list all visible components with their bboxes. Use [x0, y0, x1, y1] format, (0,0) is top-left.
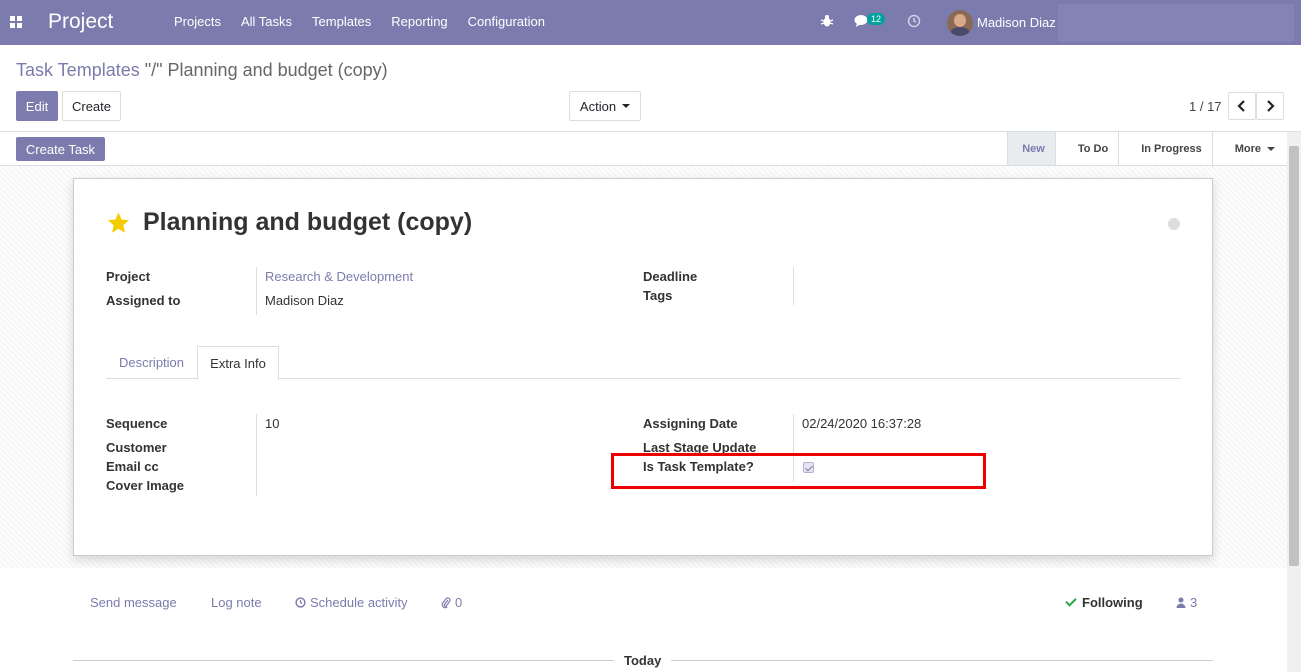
field-label-sequence: Sequence — [106, 416, 168, 431]
top-navbar: Project Projects All Tasks Templates Rep… — [0, 0, 1301, 45]
tab-extra-info[interactable]: Extra Info — [197, 346, 279, 380]
action-label: Action — [579, 98, 617, 114]
app-brand[interactable]: Project — [48, 10, 113, 34]
messages-badge: 12 — [867, 13, 886, 25]
stage-label: More — [1234, 142, 1261, 155]
field-label-customer: Customer — [106, 440, 167, 455]
create-task-button[interactable]: Create Task — [16, 137, 105, 161]
field-label-email-cc: Email cc — [106, 459, 159, 474]
attachments-button[interactable]: 0 — [441, 595, 462, 610]
user-icon — [1176, 597, 1186, 608]
field-separator — [256, 414, 257, 496]
form-sheet: Planning and budget (copy) Project Resea… — [73, 178, 1213, 556]
stage-in-progress[interactable]: In Progress — [1118, 132, 1212, 165]
menu-templates[interactable]: Templates — [302, 14, 381, 29]
field-separator — [793, 267, 794, 305]
edit-button[interactable]: Edit — [16, 91, 58, 121]
breadcrumb-separator: "/" — [144, 60, 163, 80]
bug-icon[interactable] — [820, 14, 834, 28]
caret-down-icon — [1267, 146, 1275, 151]
create-button[interactable]: Create — [62, 91, 121, 121]
menu-reporting[interactable]: Reporting — [381, 14, 457, 29]
followers-button[interactable]: 3 — [1176, 595, 1197, 610]
field-label-tags: Tags — [643, 288, 673, 303]
schedule-activity-label: Schedule activity — [310, 595, 408, 610]
tab-description[interactable]: Description — [106, 346, 197, 379]
user-name[interactable]: Madison Diaz — [977, 15, 1056, 30]
stage-label: New — [1022, 142, 1045, 155]
following-button[interactable]: Following — [1065, 595, 1143, 610]
log-note-button[interactable]: Log note — [211, 595, 262, 610]
followers-count: 3 — [1190, 595, 1198, 610]
field-label-cover-image: Cover Image — [106, 478, 185, 493]
schedule-activity-button[interactable]: Schedule activity — [295, 595, 408, 610]
field-label-assigning-date: Assigning Date — [643, 416, 738, 431]
main-menu: Projects All Tasks Templates Reporting C… — [164, 14, 555, 29]
notebook-tabs: Description Extra Info — [106, 346, 1181, 380]
stage-new[interactable]: New — [1007, 132, 1055, 165]
task-title: Planning and budget (copy) — [143, 208, 473, 236]
clock-icon — [295, 597, 306, 608]
field-label-deadline: Deadline — [643, 269, 698, 284]
breadcrumb: Task Templates "/" Planning and budget (… — [16, 60, 388, 81]
scrollbar-thumb[interactable] — [1289, 146, 1299, 566]
action-dropdown-button[interactable]: Action — [569, 91, 641, 121]
field-label-assigned-to: Assigned to — [106, 293, 181, 308]
send-message-button[interactable]: Send message — [90, 595, 177, 610]
stage-label: In Progress — [1141, 142, 1202, 155]
attachments-count: 0 — [455, 595, 463, 610]
following-label: Following — [1082, 595, 1143, 610]
paperclip-icon — [441, 596, 451, 608]
pager-value[interactable]: 1 / 17 — [1189, 99, 1222, 114]
check-icon — [1065, 595, 1077, 607]
field-separator — [256, 267, 257, 315]
menu-configuration[interactable]: Configuration — [458, 14, 555, 29]
chevron-left-icon — [1237, 100, 1245, 112]
breadcrumb-task-templates[interactable]: Task Templates — [16, 60, 140, 81]
star-icon[interactable] — [106, 211, 131, 235]
menu-all-tasks[interactable]: All Tasks — [231, 14, 302, 29]
stage-to-do[interactable]: To Do — [1054, 132, 1118, 165]
chevron-right-icon — [1267, 100, 1275, 112]
navbar-blurred-area — [1058, 4, 1294, 42]
annotation-highlight-box — [611, 453, 986, 489]
field-value-project[interactable]: Research & Development — [265, 269, 413, 284]
kanban-state-dot[interactable] — [1168, 218, 1180, 230]
stage-more-dropdown[interactable]: More — [1211, 132, 1285, 165]
stage-label: To Do — [1077, 142, 1109, 155]
breadcrumb-current: Planning and budget (copy) — [167, 60, 388, 80]
pager-previous-button[interactable] — [1228, 92, 1256, 120]
activity-clock-icon[interactable] — [907, 14, 921, 28]
field-value-sequence: 10 — [265, 416, 280, 431]
pager-next-button[interactable] — [1256, 92, 1284, 120]
menu-projects[interactable]: Projects — [164, 14, 231, 29]
field-label-project: Project — [106, 269, 151, 284]
vertical-scrollbar[interactable] — [1287, 132, 1301, 672]
caret-down-icon — [622, 104, 631, 108]
field-value-assigned-to: Madison Diaz — [265, 293, 344, 308]
user-avatar[interactable] — [947, 10, 973, 36]
field-value-assigning-date: 02/24/2020 16:37:28 — [802, 416, 922, 431]
stage-pipeline: New To Do In Progress More — [1007, 132, 1285, 165]
date-divider-label: Today — [614, 653, 672, 668]
apps-menu-icon[interactable] — [10, 16, 22, 28]
